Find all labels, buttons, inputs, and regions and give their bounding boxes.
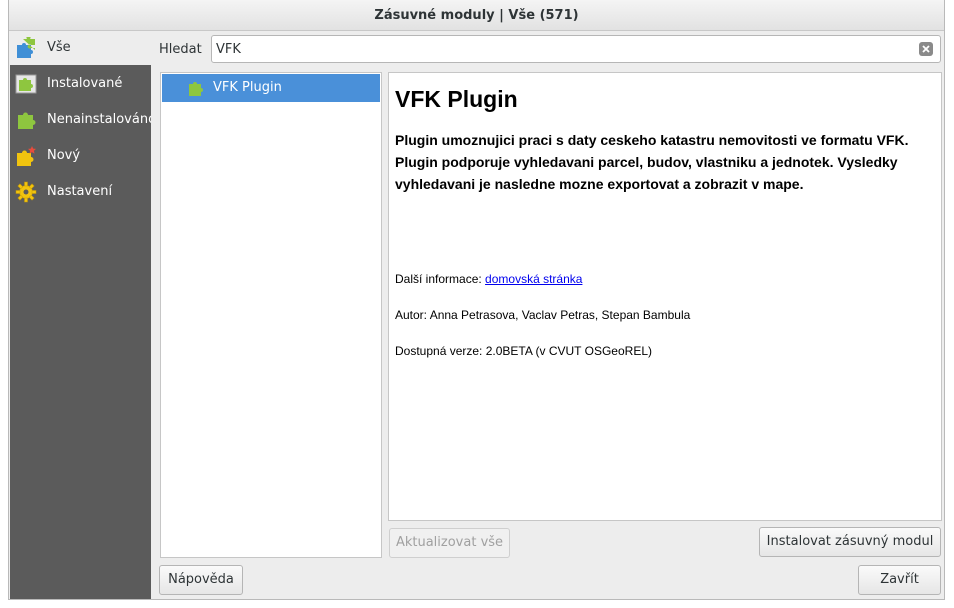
sidebar-item-label: Vše [47, 40, 71, 55]
sidebar-item-label: Instalované [47, 76, 123, 91]
plugin-list[interactable]: VFK Plugin [160, 72, 382, 558]
install-plugin-button[interactable]: Instalovat zásuvný modul [759, 527, 941, 557]
plugin-name: VFK Plugin [213, 80, 282, 95]
clear-search-icon[interactable] [918, 41, 934, 57]
sidebar-item-label: Nenainstalováno [47, 112, 151, 127]
sidebar-item-installed[interactable]: Instalované [10, 67, 151, 101]
plugin-icon [189, 82, 203, 96]
installed-icon [15, 74, 37, 94]
plugin-version: Dostupná verze: 2.0BETA (v CVUT OSGeoREL… [395, 344, 652, 358]
all-plugins-icon [17, 37, 35, 58]
sidebar-item-label: Nastavení [47, 184, 113, 199]
plugin-description: Plugin umoznujici praci s daty ceskeho k… [395, 132, 909, 192]
plugin-details: VFK Plugin Plugin umoznujici praci s dat… [388, 72, 942, 521]
upgrade-all-button[interactable]: Aktualizovat vše [389, 528, 510, 558]
not-installed-icon [18, 112, 36, 129]
close-button[interactable]: Zavřít [858, 565, 941, 595]
help-button[interactable]: Nápověda [159, 565, 243, 595]
sidebar: Vše Instalované Nenainstalováno Nový Nas… [10, 31, 151, 599]
sidebar-item-all[interactable]: Vše [10, 31, 151, 65]
list-item[interactable]: VFK Plugin [162, 74, 380, 102]
search-input[interactable] [216, 39, 906, 59]
more-info-label: Další informace: [395, 272, 482, 286]
window-title: Zásuvné moduly | Vše (571) [9, 0, 944, 31]
search-field[interactable] [211, 35, 941, 63]
homepage-link[interactable]: domovská stránka [485, 272, 582, 286]
sidebar-item-settings[interactable]: Nastavení [10, 175, 151, 209]
search-label: Hledat [159, 42, 202, 57]
sidebar-item-new[interactable]: Nový [10, 139, 151, 173]
plugin-title: VFK Plugin [395, 86, 518, 112]
sidebar-item-label: Nový [47, 148, 81, 163]
more-info: Další informace: domovská stránka [395, 272, 582, 286]
sidebar-item-not-installed[interactable]: Nenainstalováno [10, 103, 151, 137]
plugin-author: Autor: Anna Petrasova, Vaclav Petras, St… [395, 308, 691, 322]
new-icon [17, 146, 36, 166]
settings-gear-icon [15, 181, 37, 203]
plugin-manager-window: Zásuvné moduly | Vše (571) Vše Instalova… [8, 0, 945, 600]
